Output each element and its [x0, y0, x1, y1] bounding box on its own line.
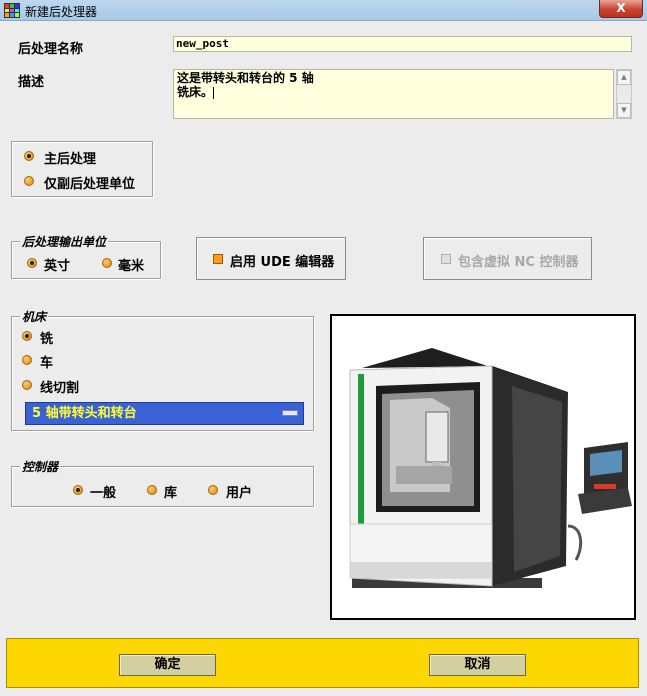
machine-type-value: 5 轴带转头和转台 — [32, 406, 137, 421]
post-name-label: 后处理名称 — [18, 42, 84, 57]
description-textarea[interactable]: 这是带转头和转台的 5 轴 铣床。 — [173, 69, 614, 119]
radio-wire-edm-label: 线切割 — [40, 381, 80, 396]
radio-secondary-post-label: 仅副后处理单位 — [44, 177, 136, 192]
footer-bar: 确定 取消 — [6, 638, 639, 688]
radio-inch-label: 英寸 — [44, 259, 71, 274]
virtual-nc-checkbox[interactable] — [441, 254, 451, 264]
machine-type-dropdown[interactable]: 5 轴带转头和转台 — [25, 402, 304, 425]
radio-mill[interactable] — [22, 331, 32, 341]
machine-preview — [330, 314, 636, 620]
title-bar: 新建后处理器 X — [0, 0, 647, 21]
text-caret — [213, 86, 215, 99]
ude-editor-toggle[interactable]: 启用 UDE 编辑器 — [196, 237, 346, 280]
ok-button[interactable]: 确定 — [119, 654, 216, 676]
ude-label: 启用 UDE 编辑器 — [230, 255, 335, 270]
controller-legend: 控制器 — [20, 458, 61, 475]
radio-generic-label: 一般 — [90, 486, 117, 501]
radio-user-label: 用户 — [226, 486, 253, 501]
scroll-up-icon[interactable]: ▲ — [617, 70, 631, 85]
radio-generic[interactable] — [73, 485, 83, 495]
radio-library[interactable] — [147, 485, 157, 495]
radio-mm-label: 毫米 — [118, 259, 145, 274]
radio-lathe-label: 车 — [40, 356, 54, 371]
cancel-button[interactable]: 取消 — [429, 654, 526, 676]
radio-wire-edm[interactable] — [22, 380, 32, 390]
virtual-nc-toggle[interactable]: 包含虚拟 NC 控制器 — [423, 237, 592, 280]
scroll-down-icon[interactable]: ▼ — [617, 103, 631, 118]
dropdown-arrow-icon[interactable] — [282, 410, 298, 416]
output-units-legend: 后处理输出单位 — [20, 233, 109, 250]
description-scrollbar[interactable]: ▲ ▼ — [616, 69, 632, 119]
virtual-nc-label: 包含虚拟 NC 控制器 — [458, 255, 579, 270]
radio-main-post[interactable] — [24, 151, 34, 161]
radio-main-post-label: 主后处理 — [44, 152, 97, 167]
app-icon — [4, 3, 20, 18]
machine-legend: 机床 — [20, 308, 49, 325]
close-button[interactable]: X — [599, 0, 643, 18]
description-label: 描述 — [18, 75, 45, 90]
radio-user[interactable] — [208, 485, 218, 495]
ude-checkbox[interactable] — [213, 254, 223, 264]
window-title: 新建后处理器 — [25, 5, 98, 19]
radio-library-label: 库 — [164, 486, 178, 501]
radio-secondary-post[interactable] — [24, 176, 34, 186]
radio-mm[interactable] — [102, 258, 112, 268]
radio-mill-label: 铣 — [40, 332, 54, 347]
cnc-machine-illustration — [349, 348, 632, 588]
post-name-input[interactable]: new_post — [173, 36, 632, 52]
radio-inch[interactable] — [27, 258, 37, 268]
radio-lathe[interactable] — [22, 355, 32, 365]
description-text: 这是带转头和转台的 5 轴 铣床。 — [177, 71, 314, 99]
